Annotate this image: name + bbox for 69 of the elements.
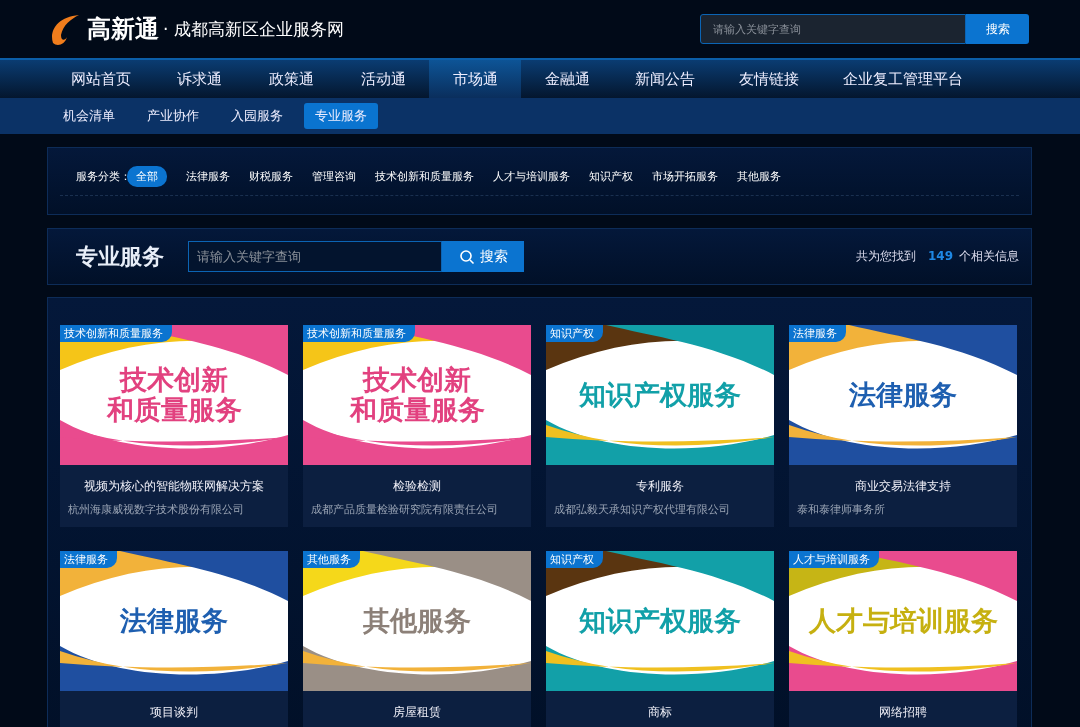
nav-tab[interactable]: 友情链接 [717, 60, 821, 98]
card-title[interactable]: 检验检测 [303, 478, 531, 495]
banner-text: 技术创新 [120, 364, 228, 395]
category-tag: 技术创新和质量服务 [303, 325, 415, 342]
nav-tab[interactable]: 活动通 [337, 60, 429, 98]
search-icon [458, 248, 475, 265]
service-card[interactable]: 知识产权 知识产权服务 商标 [546, 551, 774, 727]
company-name: 成都弘毅天承知识产权代理有限公司 [554, 503, 731, 517]
nav-tab[interactable]: 市场通 [429, 60, 521, 98]
category-filter[interactable]: 其他服务 [728, 166, 790, 187]
category-tag: 知识产权 [546, 551, 603, 568]
category-filter[interactable]: 知识产权 [580, 166, 642, 187]
banner-text: 技术创新 [363, 364, 471, 395]
card-title[interactable]: 网络招聘 [789, 704, 1017, 721]
category-tag: 其他服务 [303, 551, 360, 568]
category-filter[interactable]: 全部 [127, 166, 167, 187]
card-title[interactable]: 商业交易法律支持 [789, 478, 1017, 495]
banner-text: 和质量服务 [106, 395, 242, 426]
subnav-tab[interactable]: 机会清单 [52, 103, 126, 129]
banner-text: 和质量服务 [349, 395, 485, 426]
service-card[interactable]: 技术创新和质量服务 技术创新 和质量服务 检验检测 成都产品质量检验研究院有限责任公司 [303, 325, 531, 527]
service-card[interactable]: 其他服务 其他服务 房屋租赁 [303, 551, 531, 727]
nav-tab[interactable]: 诉求通 [153, 60, 245, 98]
category-tag: 人才与培训服务 [789, 551, 879, 568]
category-filter[interactable]: 财税服务 [240, 166, 302, 187]
service-card[interactable]: 法律服务 法律服务 项目谈判 [60, 551, 288, 727]
service-card[interactable]: 法律服务 法律服务 商业交易法律支持 泰和泰律师事务所 [789, 325, 1017, 527]
banner-text: 法律服务 [849, 379, 957, 411]
subnav-tab[interactable]: 入园服务 [220, 103, 294, 129]
search-field[interactable]: 请输入关键字查询 [700, 14, 966, 44]
company-name: 杭州海康威视数字技术股份有限公司 [68, 503, 245, 517]
banner-text: 知识产权服务 [579, 605, 741, 637]
site-name: · 成都高新区企业服务网 [163, 17, 344, 41]
service-card[interactable]: 技术创新和质量服务 技术创新 和质量服务 视频为核心的智能物联网解决方案 杭州海康威视数字技术股份有限公司 [60, 325, 288, 527]
nav-tab[interactable]: 金融通 [521, 60, 613, 98]
card-title[interactable]: 视频为核心的智能物联网解决方案 [60, 478, 288, 495]
company-name: 泰和泰律师事务所 [797, 503, 886, 517]
section-title: 专业服务 [76, 242, 164, 271]
category-filter[interactable]: 市场开拓服务 [643, 166, 727, 187]
subnav-tab[interactable]: 产业协作 [136, 103, 210, 129]
banner-text: 其他服务 [363, 605, 471, 637]
nav-tab[interactable]: 新闻公告 [613, 60, 717, 98]
service-card[interactable]: 人才与培训服务 人才与培训服务 网络招聘 [789, 551, 1017, 727]
nav-tab[interactable]: 企业复工管理平台 [821, 60, 985, 98]
banner-text: 法律服务 [120, 605, 228, 637]
card-title[interactable]: 商标 [546, 704, 774, 721]
logo-text: 高新通 [87, 14, 159, 45]
category-tag: 法律服务 [60, 551, 117, 568]
category-tag: 知识产权 [546, 325, 603, 342]
search-field[interactable]: 请输入关键字查询 [188, 241, 442, 272]
category-filter[interactable]: 人才与培训服务 [484, 166, 579, 187]
subnav-tab[interactable]: 专业服务 [304, 103, 378, 129]
result-count-text: 共为您找到 149 个相关信息 [855, 248, 1019, 265]
category-filter[interactable]: 管理咨询 [303, 166, 365, 187]
category-tag: 技术创新和质量服务 [60, 325, 172, 342]
category-filter[interactable]: 法律服务 [177, 166, 239, 187]
card-title[interactable]: 房屋租赁 [303, 704, 531, 721]
category-tag: 法律服务 [789, 325, 846, 342]
search-button[interactable]: 搜索 [966, 14, 1029, 44]
nav-tab[interactable]: 政策通 [245, 60, 337, 98]
company-name: 成都产品质量检验研究院有限责任公司 [311, 503, 499, 517]
service-card[interactable]: 知识产权 知识产权服务 专利服务 成都弘毅天承知识产权代理有限公司 [546, 325, 774, 527]
card-title[interactable]: 专利服务 [546, 478, 774, 495]
category-filter[interactable]: 技术创新和质量服务 [366, 166, 483, 187]
nav-tab[interactable]: 网站首页 [49, 60, 153, 98]
banner-text: 知识产权服务 [579, 379, 741, 411]
banner-text: 人才与培训服务 [808, 605, 998, 637]
search-button[interactable]: 搜索 [442, 241, 524, 272]
card-title[interactable]: 项目谈判 [60, 704, 288, 721]
